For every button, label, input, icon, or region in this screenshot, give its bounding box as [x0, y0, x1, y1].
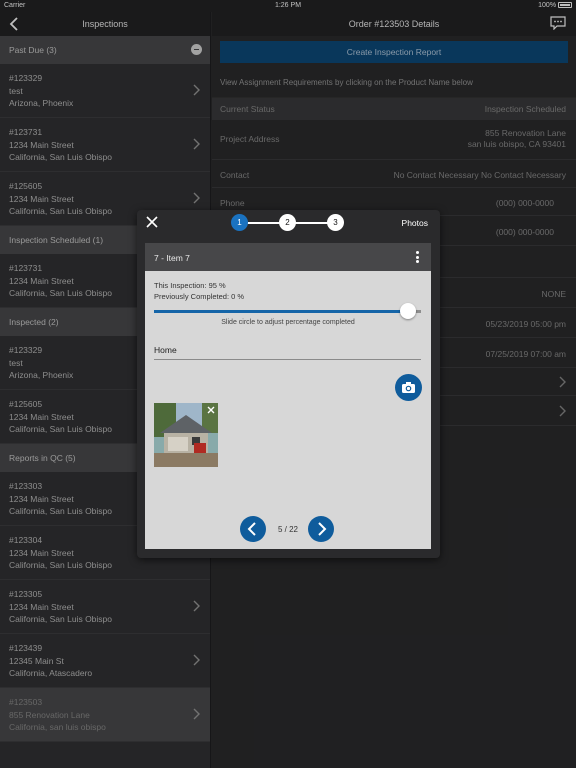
slider-fill: [154, 310, 408, 313]
photos-tab-label[interactable]: Photos: [402, 218, 428, 228]
completion-slider[interactable]: [154, 303, 421, 319]
remove-photo-icon[interactable]: [206, 405, 216, 415]
camera-icon: [402, 382, 415, 393]
step-1[interactable]: 1: [231, 214, 248, 231]
item-pager: 5 / 22: [277, 525, 298, 534]
slider-thumb[interactable]: [399, 303, 416, 319]
step-3[interactable]: 3: [327, 214, 344, 231]
more-options-icon[interactable]: [416, 251, 419, 263]
modal-header: 1 2 3 Photos: [137, 210, 440, 235]
answer-field[interactable]: Home: [154, 345, 421, 360]
close-icon[interactable]: [146, 216, 158, 228]
next-item-button[interactable]: [308, 516, 334, 542]
inspection-item-card: 7 - Item 7 This Inspection: 95 % Previou…: [145, 243, 431, 549]
photos-modal: 1 2 3 Photos 7 - Item 7 This Inspection:…: [137, 210, 440, 558]
item-header: 7 - Item 7: [145, 243, 431, 271]
this-inspection-percent: This Inspection: 95 %: [154, 281, 226, 290]
photo-thumbnail[interactable]: [154, 403, 218, 467]
item-title: 7 - Item 7: [154, 253, 190, 263]
previously-completed-percent: Previously Completed: 0 %: [154, 292, 245, 301]
step-2[interactable]: 2: [279, 214, 296, 231]
step-indicator: 1 2 3: [231, 214, 349, 232]
slider-hint: Slide circle to adjust percentage comple…: [221, 319, 355, 326]
chevron-right-icon: [318, 522, 327, 536]
camera-button[interactable]: [395, 374, 422, 401]
